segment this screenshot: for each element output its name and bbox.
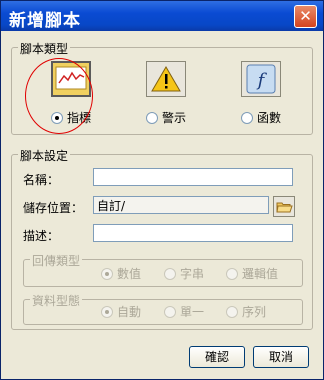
name-field[interactable] xyxy=(93,168,293,186)
name-label: 名稱： xyxy=(23,173,60,187)
radio-function-dot xyxy=(241,112,253,124)
script-settings-legend: 腳本設定 xyxy=(18,147,71,164)
ok-button[interactable]: 確認 xyxy=(189,346,245,368)
radio-string[interactable]: 字串 xyxy=(164,265,204,282)
cancel-button[interactable]: 取消 xyxy=(253,346,309,368)
description-field[interactable] xyxy=(93,224,293,242)
radio-series[interactable]: 序列 xyxy=(226,303,266,320)
window-title: 新增腳本 xyxy=(9,11,81,31)
radio-auto-label: 自動 xyxy=(117,305,142,319)
browse-folder-button[interactable] xyxy=(273,196,295,217)
radio-string-dot xyxy=(164,268,176,280)
radio-alert-label: 警示 xyxy=(162,111,187,125)
data-type-legend: 資料型態 xyxy=(30,292,83,309)
function-icon-button[interactable]: f xyxy=(241,61,281,97)
radio-logical-label: 邏輯值 xyxy=(242,267,279,281)
return-type-legend: 回傳類型 xyxy=(30,252,83,269)
radio-numeric-label: 數值 xyxy=(117,267,142,281)
radio-alert-dot xyxy=(146,112,158,124)
radio-logical-dot xyxy=(226,268,238,280)
folder-icon xyxy=(276,202,293,213)
storage-field[interactable]: 自訂/ xyxy=(93,196,269,214)
radio-string-label: 字串 xyxy=(180,267,205,281)
function-icon: f xyxy=(246,64,276,94)
radio-single-dot xyxy=(164,306,176,318)
alert-icon-button[interactable] xyxy=(146,61,186,97)
radio-alert[interactable]: 警示 xyxy=(146,109,186,126)
radio-logical[interactable]: 邏輯值 xyxy=(226,265,278,282)
storage-label: 儲存位置： xyxy=(23,201,84,215)
radio-single-label: 單一 xyxy=(180,305,205,319)
title-bar[interactable]: 新增腳本 ✕ xyxy=(1,1,323,31)
script-type-legend: 腳本類型 xyxy=(18,40,71,57)
new-script-dialog: 新增腳本 ✕ 腳本類型 f 指標 警示 函數 腳本設定 名稱： 儲存位置： 自訂… xyxy=(0,0,324,380)
radio-function[interactable]: 函數 xyxy=(241,109,281,126)
radio-auto-dot xyxy=(101,306,113,318)
radio-series-dot xyxy=(226,306,238,318)
warning-icon xyxy=(151,66,181,92)
radio-function-label: 函數 xyxy=(257,111,282,125)
radio-numeric[interactable]: 數值 xyxy=(101,265,141,282)
radio-numeric-dot xyxy=(101,268,113,280)
description-label: 描述： xyxy=(23,229,60,243)
radio-auto[interactable]: 自動 xyxy=(101,303,141,320)
radio-single[interactable]: 單一 xyxy=(164,303,204,320)
highlight-annotation-circle xyxy=(25,58,93,134)
close-button[interactable]: ✕ xyxy=(294,5,317,28)
radio-series-label: 序列 xyxy=(242,305,267,319)
